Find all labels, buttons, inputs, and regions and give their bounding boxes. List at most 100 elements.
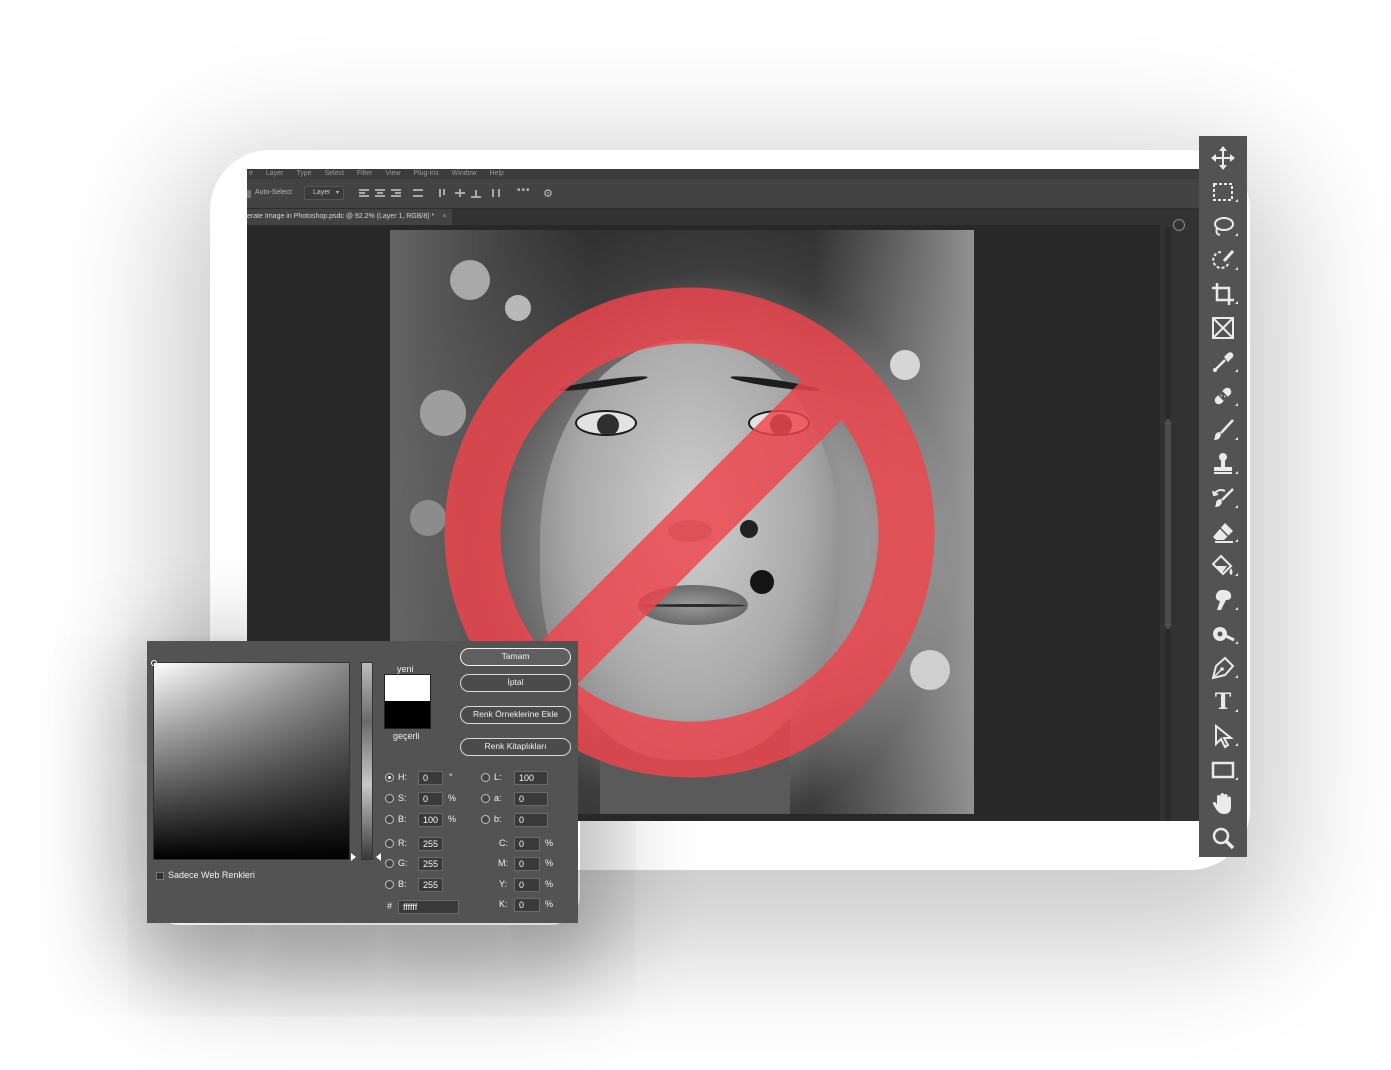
path-selection-icon[interactable] [1199, 719, 1247, 753]
type-tool-glyph: T [1214, 689, 1232, 715]
menu-item-select[interactable]: Select [324, 169, 343, 179]
ok-button[interactable]: Tamam [460, 648, 571, 666]
clone-stamp-icon[interactable] [1199, 447, 1247, 481]
slider-arrow-left-icon[interactable] [351, 853, 356, 861]
dodge-tool-icon[interactable] [1199, 617, 1247, 651]
slider-arrow-right-icon[interactable] [376, 853, 381, 861]
blue-label: B: [398, 879, 407, 889]
current-color-swatch[interactable] [384, 701, 431, 729]
saturation-input[interactable]: 0 [418, 792, 443, 806]
healing-brush-icon[interactable] [1199, 379, 1247, 413]
percent-unit: % [545, 858, 554, 868]
object-selection-icon[interactable] [1199, 243, 1247, 277]
align-top-icon[interactable] [439, 188, 449, 198]
close-icon[interactable]: × [442, 213, 446, 220]
color-libraries-button[interactable]: Renk Kitaplıkları [460, 738, 571, 756]
magenta-input[interactable]: 0 [514, 857, 540, 871]
paint-bucket-icon[interactable] [1199, 549, 1247, 583]
new-color-swatch [384, 674, 431, 701]
distribute-icon[interactable] [413, 188, 423, 198]
menu-item-view[interactable]: View [385, 169, 400, 179]
auto-select-checkbox[interactable] [247, 190, 251, 198]
menu-bar: e Layer Type Select Filter View Plug-ins… [247, 169, 1200, 179]
saturation-radio[interactable] [385, 794, 394, 803]
add-to-swatches-button[interactable]: Renk Örneklerine Ekle [460, 706, 571, 724]
hex-input[interactable]: ffffff [398, 900, 459, 914]
menu-item-type[interactable]: Type [296, 169, 311, 179]
lab-l-input[interactable]: 100 [514, 771, 548, 785]
move-tool-icon[interactable] [1199, 141, 1247, 175]
red-label: R: [398, 838, 407, 848]
hex-row: # ffffff [387, 900, 462, 914]
menu-item-help[interactable]: Help [490, 169, 504, 179]
document-tab[interactable]: erate Image in Photoshop.psdc @ 92.2% (L… [247, 209, 453, 225]
yellow-row: Y: 0 % [499, 878, 559, 892]
menu-item-plugins[interactable]: Plug-ins [413, 169, 438, 179]
frame-tool-icon[interactable] [1199, 311, 1247, 345]
distribute-vertical-icon[interactable] [491, 188, 501, 198]
red-input[interactable]: 255 [418, 837, 443, 851]
blue-radio[interactable] [385, 880, 394, 889]
cancel-button[interactable]: İptal [460, 674, 571, 692]
color-field-handle[interactable] [151, 660, 157, 666]
pen-tool-icon[interactable] [1199, 651, 1247, 685]
history-icon[interactable] [1173, 219, 1185, 231]
rectangle-tool-icon[interactable] [1199, 753, 1247, 787]
hue-slider[interactable] [361, 662, 373, 860]
green-input[interactable]: 255 [418, 857, 443, 871]
percent-unit: % [545, 899, 554, 909]
eraser-icon[interactable] [1199, 515, 1247, 549]
lab-a-radio[interactable] [481, 794, 490, 803]
type-tool-icon[interactable]: T [1199, 685, 1247, 719]
cyan-input[interactable]: 0 [514, 837, 540, 851]
menu-item-filter[interactable]: Filter [357, 169, 373, 179]
align-left-icon[interactable] [359, 188, 369, 198]
brightness-radio[interactable] [385, 815, 394, 824]
brightness-input[interactable]: 100 [418, 813, 443, 827]
yellow-input[interactable]: 0 [514, 878, 540, 892]
lab-b-radio[interactable] [481, 815, 490, 824]
auto-select-target-dropdown[interactable]: Layer ▾ [304, 186, 344, 200]
lasso-icon[interactable] [1199, 209, 1247, 243]
black-input[interactable]: 0 [514, 898, 540, 912]
red-radio[interactable] [385, 839, 394, 848]
red-row: R: 255 [385, 837, 465, 851]
web-colors-only-checkbox[interactable] [156, 872, 164, 880]
lab-l-radio[interactable] [481, 773, 490, 782]
zoom-tool-icon[interactable] [1199, 821, 1247, 855]
align-bottom-icon[interactable] [471, 188, 481, 198]
document-tab-title: erate Image in Photoshop.psdc @ 92.2% (L… [247, 213, 435, 220]
hue-input[interactable]: 0 [418, 771, 443, 785]
menu-item-window[interactable]: Window [452, 169, 477, 179]
gear-icon[interactable]: ⚙ [543, 187, 553, 200]
hue-radio[interactable] [385, 773, 394, 782]
menu-item-edit[interactable]: e [249, 169, 253, 179]
prohibition-slash [517, 360, 862, 705]
align-middle-icon[interactable] [455, 188, 465, 198]
green-radio[interactable] [385, 859, 394, 868]
menu-item-layer[interactable]: Layer [266, 169, 284, 179]
history-brush-icon[interactable] [1199, 481, 1247, 515]
blue-row: B: 255 [385, 878, 465, 892]
more-options-icon[interactable]: ••• [517, 185, 531, 196]
magenta-row: M: 0 % [498, 857, 559, 871]
hand-tool-icon[interactable] [1199, 787, 1247, 821]
dropdown-value: Layer [313, 189, 331, 196]
align-center-icon[interactable] [375, 188, 385, 198]
rectangular-marquee-icon[interactable] [1199, 175, 1247, 209]
lab-a-input[interactable]: 0 [514, 792, 548, 806]
align-right-icon[interactable] [391, 188, 401, 198]
smudge-tool-icon[interactable] [1199, 583, 1247, 617]
yellow-label: Y: [499, 879, 508, 889]
options-bar: Auto-Select: Layer ▾ ••• ⚙ [247, 179, 1200, 209]
scrollbar-thumb[interactable] [1165, 419, 1171, 629]
lab-b-input[interactable]: 0 [514, 813, 548, 827]
crop-tool-icon[interactable] [1199, 277, 1247, 311]
hex-label: # [387, 901, 393, 911]
black-label: K: [499, 899, 508, 909]
blue-input[interactable]: 255 [418, 878, 443, 892]
saturation-brightness-field[interactable] [151, 660, 350, 860]
brush-tool-icon[interactable] [1199, 413, 1247, 447]
eyedropper-icon[interactable] [1199, 345, 1247, 379]
green-row: G: 255 [385, 857, 465, 871]
